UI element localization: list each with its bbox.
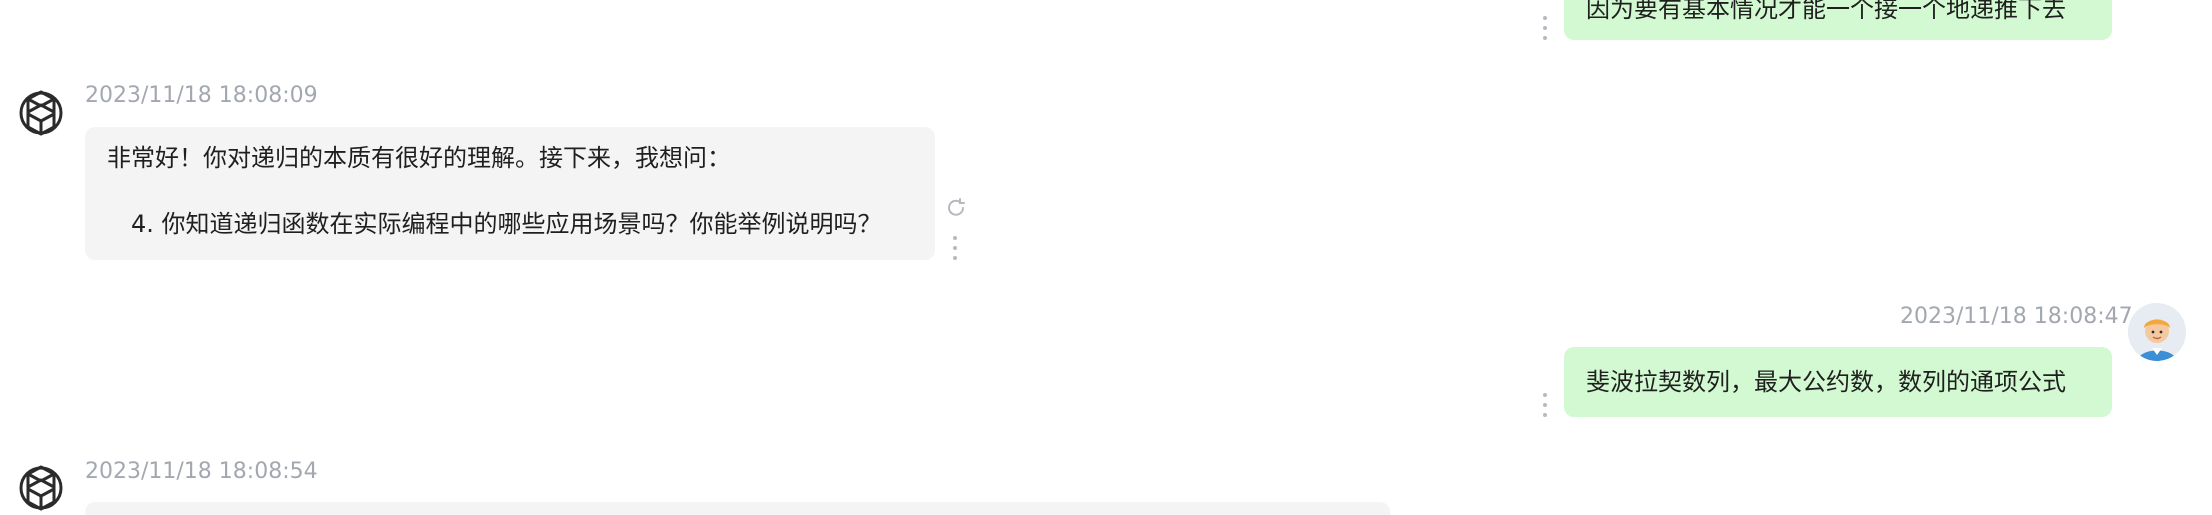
message-paragraph: 4. 你知道递归函数在实际编程中的哪些应用场景吗？你能举例说明吗？ [131, 210, 882, 238]
message-timestamp: 2023/11/18 18:08:47 [1900, 304, 2133, 329]
more-options-icon[interactable] [952, 236, 958, 260]
user-avatar-icon [2128, 303, 2186, 361]
more-options-icon[interactable] [1542, 16, 1548, 40]
user-message-bubble: 斐波拉契数列，最大公约数，数列的通项公式 [1564, 347, 2112, 417]
user-message-bubble: 因为要有基本情况才能一个接一个地递推下去 [1564, 0, 2112, 40]
chat-thread: 因为要有基本情况才能一个接一个地递推下去 2023/11/18 18:08:09… [0, 0, 2212, 515]
assistant-message-bubble [85, 502, 1390, 515]
message-timestamp: 2023/11/18 18:08:09 [85, 83, 318, 108]
message-text: 斐波拉契数列，最大公约数，数列的通项公式 [1586, 368, 2066, 396]
openai-logo-icon [19, 90, 63, 136]
assistant-message-bubble: 非常好！你对递归的本质有很好的理解。接下来，我想问： 4. 你知道递归函数在实际… [85, 127, 935, 260]
refresh-icon[interactable] [945, 197, 967, 219]
openai-logo-icon [19, 465, 63, 511]
message-paragraph: 非常好！你对递归的本质有很好的理解。接下来，我想问： [107, 144, 731, 172]
message-timestamp: 2023/11/18 18:08:54 [85, 459, 318, 484]
more-options-icon[interactable] [1542, 393, 1548, 417]
message-text: 因为要有基本情况才能一个接一个地递推下去 [1586, 0, 2066, 23]
